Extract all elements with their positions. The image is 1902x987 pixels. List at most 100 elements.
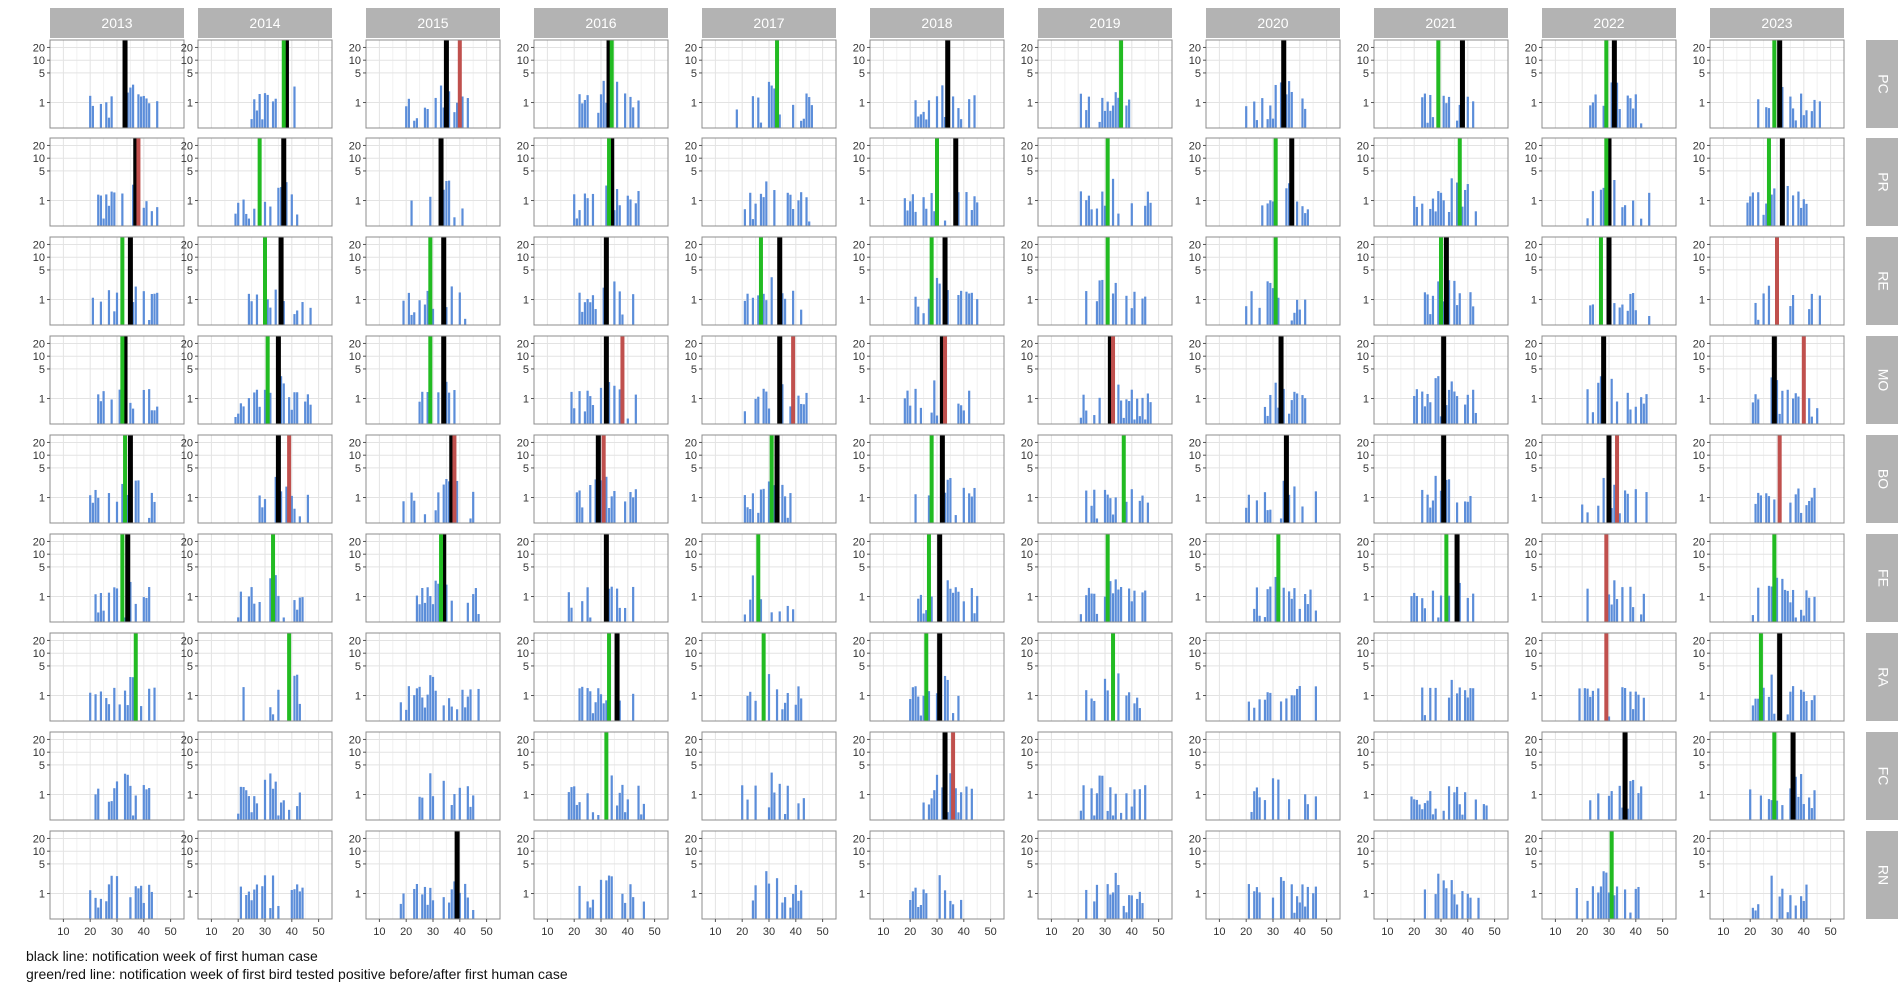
case-bar xyxy=(1791,589,1795,622)
y-tick-label: 5 xyxy=(1531,562,1537,574)
case-bar xyxy=(1437,617,1440,622)
case-bar xyxy=(1266,510,1269,523)
case-bar xyxy=(949,478,952,523)
case-bar xyxy=(156,292,159,325)
case-bar xyxy=(1791,195,1795,226)
case-bar xyxy=(1581,504,1584,523)
case-bar xyxy=(570,607,573,622)
y-tick-label: 5 xyxy=(355,68,361,80)
panel-FC-2020: 151020 xyxy=(1189,731,1341,821)
facet-strip-label: 2013 xyxy=(101,15,132,31)
y-tick-label: 20 xyxy=(33,833,45,845)
bird-after-line xyxy=(287,435,292,523)
y-tick-label: 20 xyxy=(1189,140,1201,152)
facet-strip-label: 2021 xyxy=(1425,15,1456,31)
y-tick-label: 10 xyxy=(181,549,193,561)
case-bar xyxy=(464,318,467,325)
y-tick-label: 1 xyxy=(1027,691,1033,703)
case-bar xyxy=(591,405,595,424)
panel-MO-2014: 151020 xyxy=(181,335,333,425)
case-bar xyxy=(575,218,578,226)
x-tick-label: 10 xyxy=(877,926,889,938)
case-bar xyxy=(933,380,936,424)
panel-PR-2016: 151020 xyxy=(517,137,669,227)
case-bar xyxy=(578,885,581,919)
caption-green-red-line: green/red line: notification week of fir… xyxy=(26,966,568,982)
case-bar xyxy=(797,900,800,919)
y-tick-label: 5 xyxy=(39,463,45,475)
panel-RN-2023: 15102010 20 30 40 50 xyxy=(1693,830,1845,938)
case-bar xyxy=(1103,489,1107,523)
panel-PR-2021: 151020 xyxy=(1357,137,1509,227)
case-bar xyxy=(1770,875,1773,919)
case-bar xyxy=(1455,502,1459,523)
human-case-line xyxy=(125,534,131,622)
case-bar xyxy=(1415,799,1418,820)
case-bar xyxy=(1637,694,1640,721)
case-bar xyxy=(415,118,419,128)
case-bar xyxy=(290,194,293,226)
case-bar xyxy=(1271,778,1275,820)
case-bar xyxy=(1255,787,1259,820)
case-bar xyxy=(1770,674,1773,721)
case-bar xyxy=(1410,796,1413,820)
case-bar xyxy=(258,495,261,523)
case-bar xyxy=(1133,703,1136,721)
y-tick-label: 10 xyxy=(1189,55,1201,67)
case-bar xyxy=(1109,498,1112,523)
case-bar xyxy=(754,785,757,820)
case-bar xyxy=(1138,789,1141,820)
case-bar xyxy=(754,203,757,226)
panel-MO-2015: 151020 xyxy=(349,335,501,425)
case-bar xyxy=(110,875,113,919)
case-bar xyxy=(1085,889,1088,919)
case-bar xyxy=(1301,884,1304,919)
case-bar xyxy=(1301,395,1304,424)
case-bar xyxy=(751,219,755,226)
case-bar xyxy=(434,510,437,523)
case-bar xyxy=(418,604,421,622)
bird-before-line xyxy=(263,237,267,325)
y-tick-label: 5 xyxy=(187,463,193,475)
x-tick-label: 30 xyxy=(427,926,439,938)
y-tick-label: 5 xyxy=(523,68,529,80)
case-bar xyxy=(142,902,145,919)
y-tick-label: 20 xyxy=(1357,734,1369,746)
case-bar xyxy=(1813,790,1816,820)
facet-strip-label: 2018 xyxy=(921,15,952,31)
y-tick-label: 20 xyxy=(853,239,865,251)
panel-PR-2014: 151020 xyxy=(181,137,333,227)
case-bar xyxy=(466,786,469,820)
y-tick-label: 5 xyxy=(691,265,697,277)
case-bar xyxy=(919,904,923,919)
case-bar xyxy=(113,192,116,226)
y-tick-label: 5 xyxy=(1027,166,1033,178)
case-bar xyxy=(1781,390,1784,424)
y-tick-label: 10 xyxy=(517,648,529,660)
case-bar xyxy=(1453,894,1456,919)
case-bar xyxy=(1253,791,1256,820)
case-bar xyxy=(1615,599,1619,622)
case-bar xyxy=(245,213,248,226)
case-bar xyxy=(800,698,803,721)
case-bar xyxy=(973,196,976,226)
case-bar xyxy=(306,494,309,523)
panel-BO-2023: 151020 xyxy=(1693,434,1845,524)
case-bar xyxy=(97,907,100,919)
case-bar xyxy=(1285,188,1288,226)
case-bar xyxy=(1306,886,1309,919)
y-tick-label: 1 xyxy=(691,691,697,703)
case-bar xyxy=(1450,880,1453,919)
y-tick-label: 10 xyxy=(1357,55,1369,67)
case-bar xyxy=(142,389,145,424)
y-tick-label: 20 xyxy=(1693,536,1705,548)
y-tick-label: 20 xyxy=(685,833,697,845)
panel-RE-2013: 151020 xyxy=(33,236,185,326)
case-bar xyxy=(469,689,472,721)
x-tick-label: 30 xyxy=(595,926,607,938)
y-tick-label: 1 xyxy=(39,394,45,406)
case-bar xyxy=(301,302,304,325)
case-bar xyxy=(94,897,97,919)
y-tick-label: 5 xyxy=(39,859,45,871)
case-bar xyxy=(589,302,592,325)
